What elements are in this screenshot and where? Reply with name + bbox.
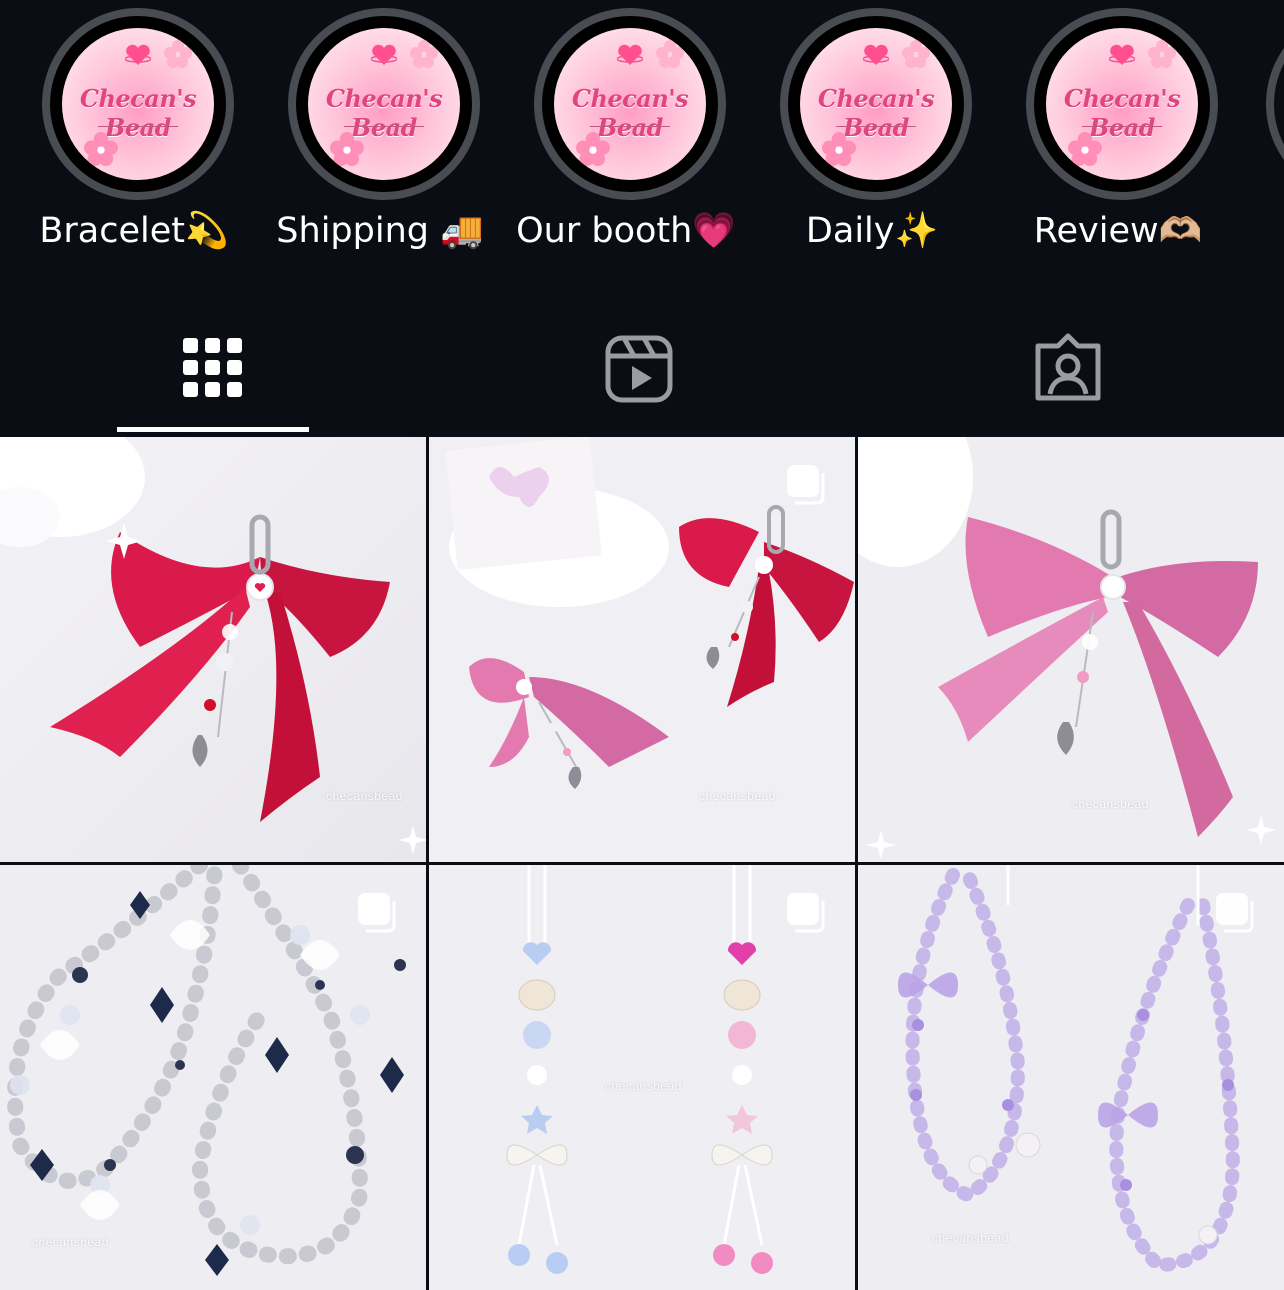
- flower-icon: [822, 132, 856, 166]
- grid-icon: [183, 338, 242, 397]
- carousel-icon: [787, 465, 825, 505]
- highlight-label: Review🫶🏼: [1033, 211, 1203, 251]
- highlight-partial[interactable]: [1266, 8, 1284, 200]
- heart-icon: [1109, 44, 1135, 65]
- cover-divider: [98, 126, 178, 127]
- highlight-review[interactable]: Checan's Bead Review🫶🏼: [998, 8, 1238, 268]
- watermark: checansbead: [1072, 797, 1149, 811]
- highlight-shipping[interactable]: Checan's Bead Shipping 🚚: [260, 8, 500, 268]
- story-highlights: Checan's Bead Bracelet💫 Checan's Bead Sh…: [0, 0, 1284, 300]
- posts-grid: checansbead checansbead checansbead chec…: [0, 437, 1284, 1290]
- carousel-icon: [787, 893, 825, 933]
- post-tile[interactable]: checansbead: [429, 865, 855, 1290]
- flower-icon: [84, 132, 118, 166]
- flower-icon: [164, 40, 192, 68]
- cover-divider: [590, 126, 670, 127]
- tagged-icon: [1035, 333, 1101, 401]
- heart-icon: [371, 44, 397, 65]
- highlight-ring: Checan's Bead: [288, 8, 480, 200]
- cover-divider: [1082, 126, 1162, 127]
- highlight-cover: Checan's Bead: [308, 28, 460, 180]
- flower-icon: [410, 40, 438, 68]
- watermark: checansbead: [326, 789, 403, 803]
- highlight-ring: Checan's Bead: [42, 8, 234, 200]
- post-tile[interactable]: checansbead: [858, 437, 1284, 862]
- post-tile[interactable]: checansbead: [858, 865, 1284, 1290]
- watermark: checansbead: [605, 1079, 682, 1093]
- watermark: checansbead: [699, 789, 776, 803]
- highlight-daily[interactable]: Checan's Bead Daily✨: [752, 8, 992, 268]
- tab-grid[interactable]: [0, 300, 428, 435]
- heart-icon: [617, 44, 643, 65]
- watermark: checansbead: [32, 1235, 109, 1249]
- profile-tabs: [0, 300, 1284, 435]
- carousel-icon: [1216, 893, 1254, 933]
- post-image-pink-bow-keychain: [858, 437, 1284, 862]
- reels-icon: [605, 335, 673, 403]
- flower-icon: [576, 132, 610, 166]
- highlight-our-booth[interactable]: Checan's Bead Our booth💗: [506, 8, 746, 268]
- highlight-label: Bracelet💫: [39, 211, 229, 251]
- carousel-icon: [358, 893, 396, 933]
- highlight-cover: Checan's Bead: [800, 28, 952, 180]
- highlight-ring: Checan's Bead: [534, 8, 726, 200]
- flower-icon: [902, 40, 930, 68]
- tab-selected-indicator: [117, 427, 309, 432]
- heart-icon: [863, 44, 889, 65]
- highlight-label: Our booth💗: [516, 211, 736, 251]
- highlight-label: Daily✨: [805, 211, 939, 251]
- highlight-ring: Checan's Bead: [780, 8, 972, 200]
- post-tile[interactable]: checansbead: [0, 437, 426, 862]
- highlight-ring: Checan's Bead: [1026, 8, 1218, 200]
- tab-tagged[interactable]: [856, 300, 1284, 435]
- flower-icon: [1148, 40, 1176, 68]
- highlight-bracelet[interactable]: Checan's Bead Bracelet💫: [14, 8, 254, 268]
- post-tile[interactable]: checansbead: [429, 437, 855, 862]
- tab-reels[interactable]: [428, 300, 856, 435]
- highlight-label: Shipping 🚚: [276, 211, 484, 251]
- highlight-cover: Checan's Bead: [62, 28, 214, 180]
- highlight-cover: Checan's Bead: [554, 28, 706, 180]
- cover-divider: [836, 126, 916, 127]
- cover-divider: [344, 126, 424, 127]
- flower-icon: [1068, 132, 1102, 166]
- heart-icon: [125, 44, 151, 65]
- post-tile[interactable]: checansbead: [0, 865, 426, 1290]
- watermark: checansbead: [932, 1231, 1009, 1245]
- flower-icon: [656, 40, 684, 68]
- flower-icon: [330, 132, 364, 166]
- highlight-cover: Checan's Bead: [1046, 28, 1198, 180]
